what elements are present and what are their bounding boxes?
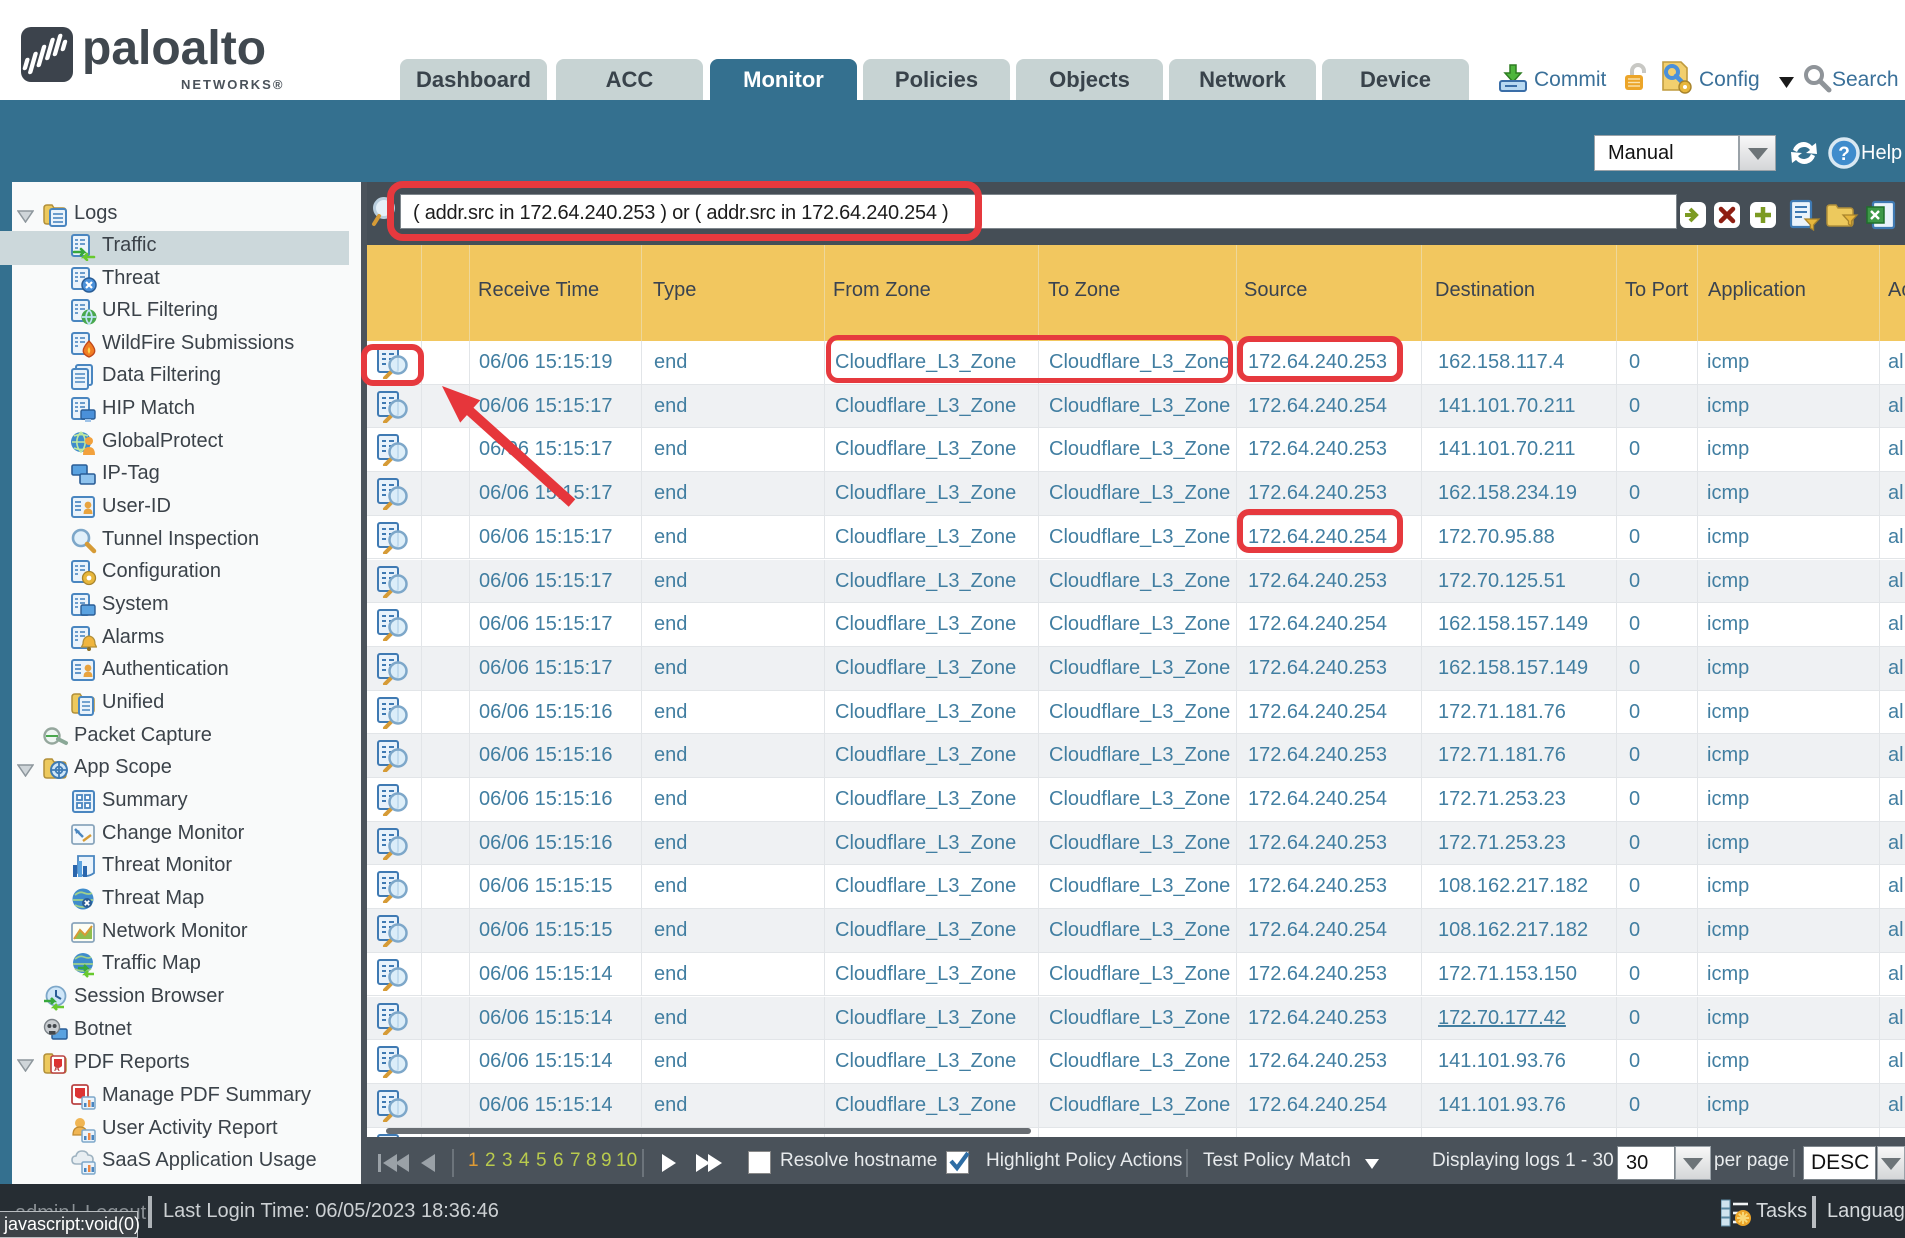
svg-text:A: A: [54, 1064, 60, 1073]
svg-text:?: ?: [1838, 144, 1850, 165]
